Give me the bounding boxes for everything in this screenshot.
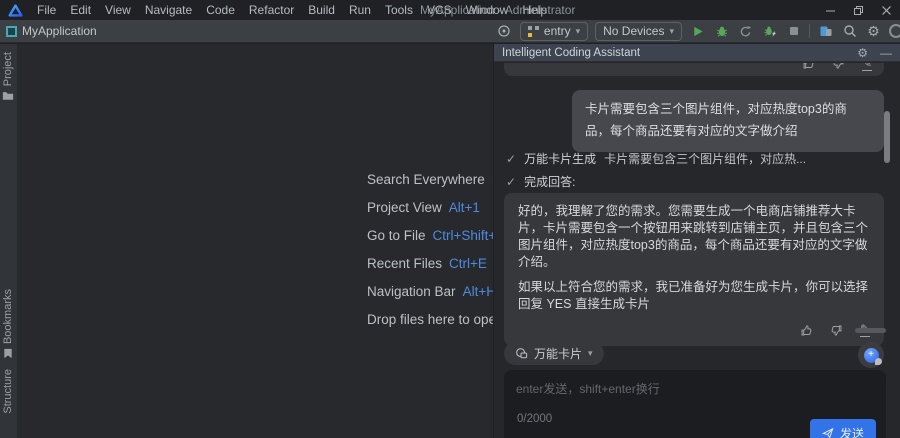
project-window-icon [6, 26, 17, 37]
menu-item-navigate[interactable]: Navigate [138, 1, 199, 19]
ide-logo-icon [8, 3, 24, 17]
menu-item-edit[interactable]: Edit [63, 1, 98, 19]
module-selector[interactable]: entry ▾ [520, 22, 588, 41]
menu-item-refactor[interactable]: Refactor [242, 1, 301, 19]
project-name: MyApplication [22, 24, 97, 38]
window-title: MyApplication - Administrator [420, 3, 575, 17]
send-button-label: 发送 [840, 425, 864, 438]
debug-attach-icon[interactable] [761, 23, 778, 40]
application-window: File Edit View Navigate Code Refactor Bu… [0, 0, 900, 438]
bookmark-icon [3, 348, 13, 359]
char-counter: 0/2000 [517, 413, 552, 425]
device-selector[interactable]: No Devices ▾ [595, 22, 682, 41]
module-icon [528, 26, 539, 37]
mode-selector-pill[interactable]: 万能卡片 ▾ [504, 342, 604, 365]
chevron-down-icon: ▾ [588, 348, 593, 359]
window-controls [816, 0, 900, 20]
ai-sphere-icon: + [864, 348, 879, 363]
sidebar-item-bookmarks[interactable]: Bookmarks [0, 289, 16, 359]
chat-input[interactable] [504, 370, 886, 408]
target-icon[interactable] [496, 23, 513, 40]
minimize-window-icon[interactable] [816, 0, 844, 20]
chat-scrollbar-thumb[interactable] [884, 111, 890, 163]
edit-pencil-icon[interactable]: ✎ [862, 63, 872, 71]
stop-button[interactable] [785, 23, 802, 40]
sidebar-item-structure[interactable]: Structure [0, 369, 16, 414]
structure-stripe-label: Structure [2, 369, 14, 414]
answer-complete-row: ✓ 完成回答: [506, 173, 876, 190]
generation-step-row: ✓ 万能卡片生成 卡片需要包含三个图片组件，对应热... [506, 150, 876, 167]
mode-selector-label: 万能卡片 [534, 345, 582, 362]
assistant-reply-message: 好的，我理解了您的需求。您需要生成一个电商店铺推荐大卡片，卡片需要包含一个按钮用… [504, 193, 884, 346]
chevron-down-icon: ▾ [669, 26, 674, 37]
main-toolbar: MyApplication entry ▾ No Devices ▾ [0, 20, 900, 43]
check-icon: ✓ [506, 152, 516, 166]
search-icon[interactable] [841, 23, 858, 40]
avatar-icon[interactable] [889, 24, 900, 38]
main-area: Project Bookmarks Structure [0, 44, 900, 438]
module-selector-label: entry [544, 24, 571, 38]
menu-item-file[interactable]: File [30, 1, 63, 19]
paper-plane-icon [822, 427, 834, 438]
debug-button[interactable] [713, 23, 730, 40]
chevron-down-icon: ▾ [576, 26, 581, 37]
assistant-panel-header: Intelligent Coding Assistant ⚙ — [494, 44, 900, 62]
project-stripe-label: Project [2, 52, 14, 86]
chat-area: ✎ 卡片需要包含三个图片组件，对应热度top3的商品，每个商品还要有对应的文字做… [494, 63, 900, 438]
toolbar-run-controls: entry ▾ No Devices ▾ [496, 22, 894, 41]
project-breadcrumb[interactable]: MyApplication [6, 24, 97, 38]
left-tool-stripe: Project Bookmarks Structure [0, 44, 18, 438]
menu-item-tools[interactable]: Tools [378, 1, 420, 19]
toolbar-divider [809, 24, 810, 38]
previous-assistant-message: ✎ [504, 63, 884, 76]
assistant-panel-title: Intelligent Coding Assistant [502, 47, 640, 59]
device-selector-label: No Devices [603, 24, 664, 38]
send-button[interactable]: 发送 [810, 419, 876, 438]
menu-item-view[interactable]: View [98, 1, 138, 19]
ai-assistant-avatar[interactable]: + [858, 342, 884, 368]
close-window-icon[interactable] [872, 0, 900, 20]
menu-item-build[interactable]: Build [301, 1, 342, 19]
thumbs-up-icon[interactable] [802, 63, 815, 70]
restore-window-icon[interactable] [844, 0, 872, 20]
panel-minimize-icon[interactable]: — [880, 47, 892, 59]
thumbs-up-icon[interactable] [800, 324, 813, 337]
panel-resize-handle[interactable] [855, 328, 886, 333]
check-icon: ✓ [506, 175, 516, 189]
reply-paragraph: 好的，我理解了您的需求。您需要生成一个电商店铺推荐大卡片，卡片需要包含一个按钮用… [518, 203, 870, 271]
menu-item-code[interactable]: Code [199, 1, 242, 19]
title-bar: File Edit View Navigate Code Refactor Bu… [0, 0, 900, 20]
assistant-panel: Intelligent Coding Assistant ⚙ — [493, 44, 900, 438]
folder-icon [2, 90, 14, 101]
attach-debugger-icon[interactable] [737, 23, 754, 40]
magic-card-icon [515, 347, 528, 360]
thumbs-down-icon[interactable] [832, 63, 845, 70]
bookmarks-stripe-label: Bookmarks [2, 289, 14, 344]
settings-gear-icon[interactable]: ⚙ [865, 23, 882, 40]
panel-settings-icon[interactable]: ⚙ [857, 47, 868, 59]
sidebar-item-project[interactable]: Project [0, 52, 16, 101]
user-message-bubble: 卡片需要包含三个图片组件，对应热度top3的商品，每个商品还要有对应的文字做介绍 [572, 90, 884, 152]
menu-item-run[interactable]: Run [342, 1, 378, 19]
device-manager-icon[interactable] [817, 23, 834, 40]
reply-paragraph: 如果以上符合您的需求，我已准备好为您生成卡片，你可以选择回复 YES 直接生成卡… [518, 279, 870, 313]
thumbs-down-icon[interactable] [830, 324, 843, 337]
run-button[interactable] [689, 23, 706, 40]
chat-input-container: 0/2000 发送 [504, 370, 886, 438]
